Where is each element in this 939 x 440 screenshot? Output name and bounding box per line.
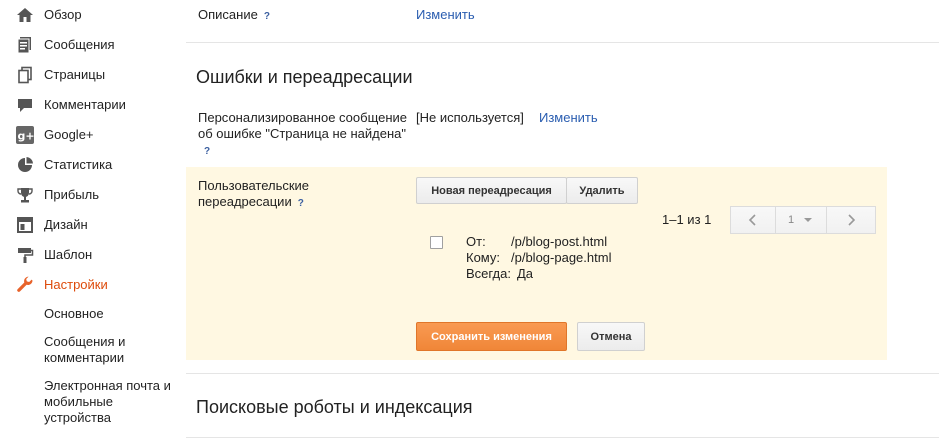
pager: 1 [730, 206, 876, 234]
sidebar-item-label: Обзор [44, 7, 82, 22]
pager-count: 1–1 из 1 [662, 212, 712, 227]
custom-404-label: Персонализированное сообщение об ошибке … [198, 110, 408, 160]
google-plus-icon: g+ [15, 125, 35, 145]
redirect-from-label: От: [466, 234, 486, 249]
chevron-down-icon [804, 218, 813, 222]
chevron-left-icon [748, 214, 756, 226]
sidebar-item-label: Страницы [44, 67, 106, 82]
sidebar-item-label: Google+ [44, 127, 94, 142]
redirect-always-label: Всегда: [466, 266, 511, 281]
sidebar-item-label: Дизайн [44, 217, 88, 232]
sidebar-item-stats[interactable]: Статистика [0, 150, 180, 180]
sidebar-item-label: Настройки [44, 277, 108, 292]
settings-main: Описание? Изменить Ошибки и переадресаци… [186, 0, 939, 440]
custom-404-edit-link[interactable]: Изменить [539, 110, 598, 125]
comments-icon [15, 95, 35, 115]
divider [186, 42, 939, 43]
sidebar-subitem-posts-comments[interactable]: Сообщения и комментарии [44, 334, 180, 366]
redirect-to-value: /p/blog-page.html [511, 250, 612, 265]
description-row-label: Описание? [198, 7, 270, 25]
sidebar-item-label: Сообщения [44, 37, 115, 52]
redirect-from-value: /p/blog-post.html [511, 234, 608, 249]
pages-icon [15, 65, 35, 85]
sidebar-item-pages[interactable]: Страницы [0, 60, 180, 90]
sidebar-item-layout[interactable]: Дизайн [0, 210, 180, 240]
page-select-value: 1 [787, 214, 795, 226]
delete-redirect-button[interactable]: Удалить [566, 177, 638, 204]
sidebar-item-label: Прибыль [44, 187, 99, 202]
posts-icon [15, 35, 35, 55]
sidebar-item-earnings[interactable]: Прибыль [0, 180, 180, 210]
divider [186, 373, 939, 374]
sidebar-item-label: Комментарии [44, 97, 126, 112]
description-edit-link[interactable]: Изменить [416, 7, 475, 22]
sidebar-item-template[interactable]: Шаблон [0, 240, 180, 270]
sidebar-item-overview[interactable]: Обзор [0, 0, 180, 30]
errors-section-title: Ошибки и переадресации [196, 67, 413, 87]
wrench-icon [15, 275, 35, 295]
sidebar-item-posts[interactable]: Сообщения [0, 30, 180, 60]
redirect-to-label: Кому: [466, 250, 500, 265]
sidebar-item-comments[interactable]: Комментарии [0, 90, 180, 120]
home-icon [15, 5, 35, 25]
redirect-select-checkbox[interactable] [430, 236, 443, 249]
paint-roller-icon [15, 245, 35, 265]
description-help-icon[interactable]: ? [264, 9, 270, 25]
trophy-icon [15, 185, 35, 205]
sidebar-item-label: Шаблон [44, 247, 93, 262]
sidebar-item-label: Статистика [44, 157, 113, 172]
crawlers-section-title: Поисковые роботы и индексация [196, 397, 473, 417]
divider [186, 437, 939, 438]
custom-redirects-label: Пользовательские переадресации? [198, 178, 338, 212]
chevron-right-icon [848, 214, 856, 226]
sidebar-nav: Обзор Сообщения Страницы Комментарии g+ … [0, 0, 180, 440]
custom-404-help-icon[interactable]: ? [204, 144, 210, 160]
redirect-always-value: Да [517, 266, 534, 281]
save-changes-button[interactable]: Сохранить изменения [416, 322, 567, 351]
pager-next-button[interactable] [826, 206, 876, 234]
sidebar-subitem-basic[interactable]: Основное [44, 306, 180, 322]
stats-pie-icon [15, 155, 35, 175]
custom-redirects-help-icon[interactable]: ? [298, 196, 304, 212]
cancel-button[interactable]: Отмена [577, 322, 645, 351]
page-select[interactable]: 1 [775, 206, 827, 234]
layout-icon [15, 215, 35, 235]
sidebar-item-google-plus[interactable]: g+ Google+ [0, 120, 180, 150]
pager-prev-button[interactable] [730, 206, 776, 234]
sidebar-item-settings[interactable]: Настройки [0, 270, 180, 300]
svg-text:g+: g+ [18, 130, 35, 143]
new-redirect-button[interactable]: Новая переадресация [416, 177, 567, 204]
custom-404-status: [Не используется] [416, 110, 524, 125]
sidebar-subitem-email-mobile[interactable]: Электронная почта и мобильные устройства [44, 378, 180, 426]
